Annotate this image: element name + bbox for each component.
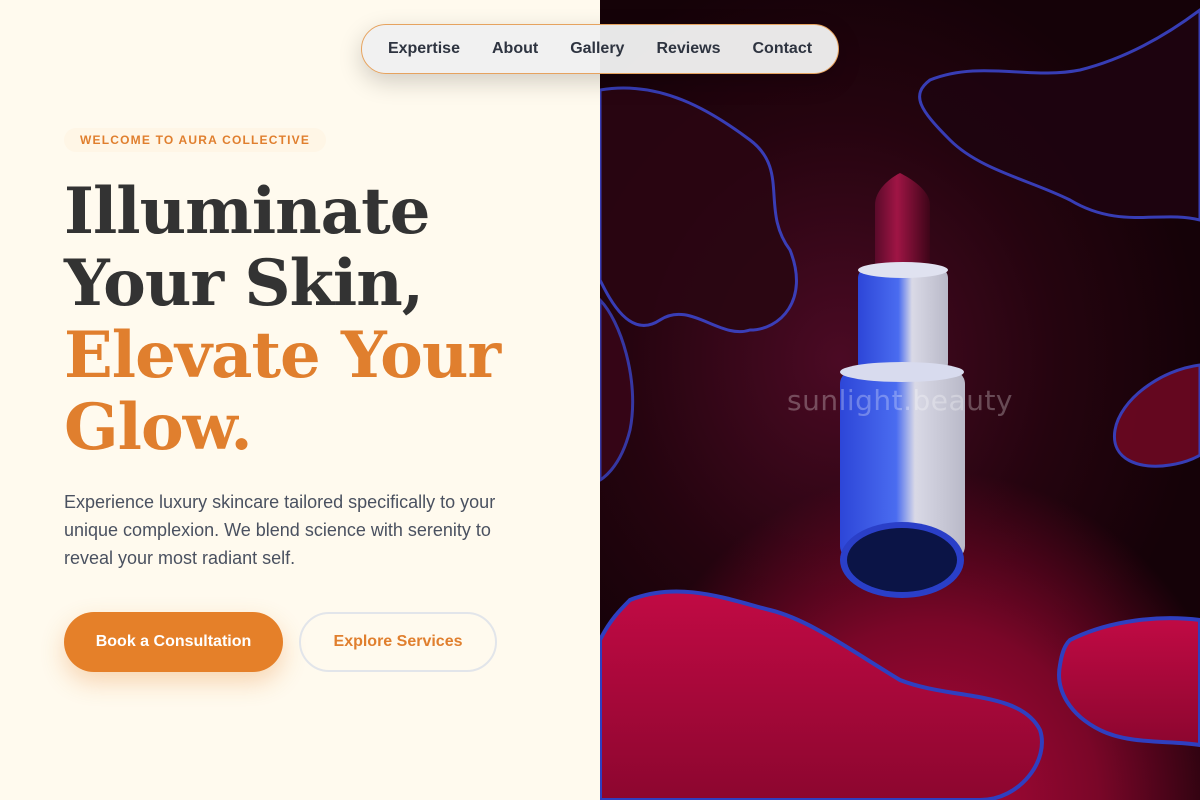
headline-line-1: Illuminate [64, 174, 430, 249]
hero-headline: Illuminate Your Skin, Elevate Your Glow. [64, 176, 584, 464]
hero-image: sunlight.beauty [600, 0, 1200, 800]
nav-item-about[interactable]: About [476, 40, 554, 58]
main-navigation: Expertise About Gallery Reviews Contact [361, 24, 839, 74]
hero-section: WELCOME TO AURA COLLECTIVE Illuminate Yo… [0, 0, 600, 800]
hero-description: Experience luxury skincare tailored spec… [64, 492, 496, 568]
headline-line-4: Glow. [64, 390, 253, 465]
watermark-text: sunlight.beauty [787, 384, 1013, 417]
headline-line-2: Your Skin, [64, 246, 424, 321]
nav-item-expertise[interactable]: Expertise [372, 40, 476, 58]
nav-item-contact[interactable]: Contact [737, 40, 829, 58]
nav-item-reviews[interactable]: Reviews [640, 40, 736, 58]
book-consultation-button[interactable]: Book a Consultation [64, 612, 283, 672]
nav-item-gallery[interactable]: Gallery [554, 40, 640, 58]
headline-line-3: Elevate Your [64, 318, 501, 393]
explore-services-button[interactable]: Explore Services [299, 612, 497, 672]
eyebrow-badge: WELCOME TO AURA COLLECTIVE [64, 128, 327, 152]
